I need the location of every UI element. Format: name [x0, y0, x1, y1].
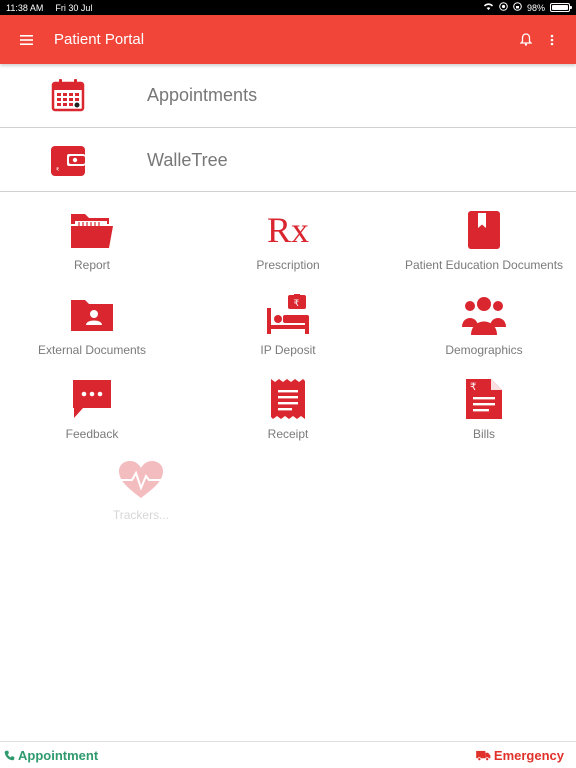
battery-percent: 98% [526, 2, 545, 13]
feedback-tile[interactable]: Feedback [0, 377, 187, 441]
appointments-row[interactable]: Appointments [0, 64, 576, 128]
status-time: 11:38 AM [6, 2, 44, 13]
demographics-label: Demographics [445, 343, 523, 357]
ambulance-icon [476, 750, 491, 761]
chat-bubble-icon [73, 380, 111, 418]
svg-text:₹: ₹ [56, 167, 59, 173]
status-bar: 11:38 AM Fri 30 Jul 98% [0, 0, 576, 15]
contact-folder-icon [71, 300, 113, 331]
hospital-bed-icon: ₹ [267, 294, 309, 334]
more-vertical-icon [550, 34, 554, 45]
calendar-icon [51, 79, 85, 112]
bill-document-icon: ₹ [466, 379, 502, 419]
feedback-label: Feedback [65, 427, 119, 441]
patient-education-tile[interactable]: Patient Education Documents [389, 208, 576, 272]
svg-text:₹: ₹ [294, 299, 300, 309]
bell-icon [520, 33, 532, 46]
report-label: Report [73, 258, 111, 272]
receipt-label: Receipt [267, 427, 309, 441]
external-documents-label: External Documents [37, 343, 147, 357]
bottom-bar: Appointment Emergency [0, 741, 576, 768]
lock-rotation-icon [513, 2, 522, 13]
appointments-label: Appointments [147, 85, 258, 105]
wallet-icon: ₹ [51, 146, 85, 176]
page-title: Patient Portal [54, 31, 145, 48]
receipt-icon [271, 379, 305, 419]
bills-label: Bills [472, 427, 495, 441]
battery-fill [552, 5, 568, 10]
location-icon [499, 2, 508, 13]
svg-text:₹: ₹ [470, 382, 476, 393]
hamburger-menu-icon [19, 34, 33, 45]
receipt-tile[interactable]: Receipt [193, 377, 383, 441]
people-group-icon [462, 297, 506, 335]
battery-icon [550, 3, 572, 12]
prescription-label: Prescription [256, 258, 320, 272]
notifications-button[interactable] [516, 28, 536, 52]
appointment-label: Appointment [18, 747, 99, 763]
trackers-tile[interactable]: Trackers... [46, 458, 236, 522]
emergency-button[interactable]: Emergency [476, 748, 564, 763]
more-options-button[interactable] [542, 28, 562, 52]
folder-report-icon [71, 214, 113, 248]
status-date: Fri 30 Jul [55, 2, 93, 13]
demographics-tile[interactable]: Demographics [389, 293, 576, 357]
ip-deposit-tile[interactable]: ₹ IP Deposit [193, 293, 383, 357]
menu-button[interactable] [0, 15, 52, 64]
patient-education-label: Patient Education Documents [404, 258, 564, 272]
walletree-label: WalleTree [147, 149, 228, 170]
heart-pulse-icon [119, 461, 163, 498]
bills-tile[interactable]: ₹ Bills [389, 377, 576, 441]
report-tile[interactable]: Report [0, 208, 187, 272]
external-documents-tile[interactable]: External Documents [0, 293, 187, 357]
emergency-label: Emergency [493, 747, 564, 763]
appointment-call-button[interactable]: Appointment [4, 748, 98, 763]
prescription-tile[interactable]: Rx Prescription [193, 208, 383, 272]
ip-deposit-label: IP Deposit [260, 343, 316, 357]
rx-icon: Rx [266, 210, 309, 250]
walletree-row[interactable]: ₹ WalleTree [0, 129, 576, 192]
book-icon [468, 211, 500, 249]
app-bar: Patient Portal [0, 15, 576, 64]
trackers-label: Trackers... [112, 508, 170, 522]
phone-icon [4, 750, 15, 760]
wifi-icon [483, 2, 494, 13]
